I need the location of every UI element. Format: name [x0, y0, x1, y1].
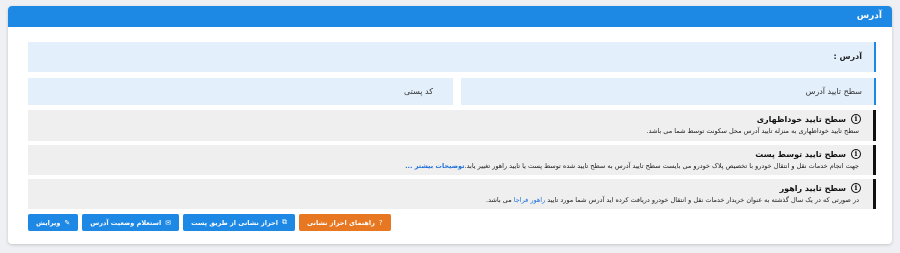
- more-info-link[interactable]: توضیحات بیشتر ...: [405, 162, 464, 170]
- info-circle-icon: i: [851, 183, 861, 193]
- info-text: در صورتی که در یک سال گذشته به عنوان خری…: [547, 196, 859, 204]
- address-label: آدرس :: [833, 52, 862, 61]
- guide-button[interactable]: ? راهنمای احراز نشانی: [298, 214, 391, 231]
- address-card: آدرس آدرس : سطح تایید آدرس کد پستی i سطح…: [8, 6, 892, 244]
- card-header: آدرس: [8, 6, 892, 27]
- police-link[interactable]: راهور فراجا: [514, 196, 545, 204]
- inquiry-button[interactable]: ✉ استعلام وضعیت آدرس: [82, 214, 180, 231]
- info-circle-icon: i: [851, 114, 861, 124]
- police-verification-info: i سطح تایید راهور در صورتی که در یک سال …: [28, 179, 876, 209]
- pencil-icon: ✎: [64, 218, 71, 227]
- post-verify-button[interactable]: ⧉ احراز نشانی از طریق پست: [183, 214, 295, 231]
- info-text: می باشد.: [486, 196, 512, 204]
- info-circle-icon: i: [851, 149, 861, 159]
- address-row: آدرس :: [28, 42, 876, 72]
- edit-button[interactable]: ✎ ویرایش: [28, 214, 79, 231]
- level-row: سطح تایید آدرس کد پستی: [28, 72, 876, 107]
- postal-code-label: کد پستی: [28, 78, 453, 105]
- info-title: سطح تایید توسط پست: [755, 149, 846, 159]
- external-link-icon: ⧉: [281, 218, 287, 226]
- address-level-label: سطح تایید آدرس: [461, 78, 876, 105]
- info-title: سطح تایید راهور: [779, 183, 846, 193]
- info-text: سطح تایید خوداظهاری به منزله تایید آدرس …: [646, 127, 860, 135]
- info-title: سطح تایید خوداظهاری: [756, 114, 846, 124]
- envelope-icon: ✉: [165, 218, 172, 227]
- question-circle-icon: ?: [378, 218, 383, 227]
- post-verification-info: i سطح تایید توسط پست جهت انجام خدمات نقل…: [28, 145, 876, 175]
- self-declaration-info: i سطح تایید خوداظهاری سطح تایید خوداظهار…: [28, 110, 876, 141]
- action-buttons: ✎ ویرایش ✉ استعلام وضعیت آدرس ⧉ احراز نش…: [28, 214, 391, 231]
- info-text: جهت انجام خدمات نقل و انتقال خودرو با تخ…: [464, 162, 859, 170]
